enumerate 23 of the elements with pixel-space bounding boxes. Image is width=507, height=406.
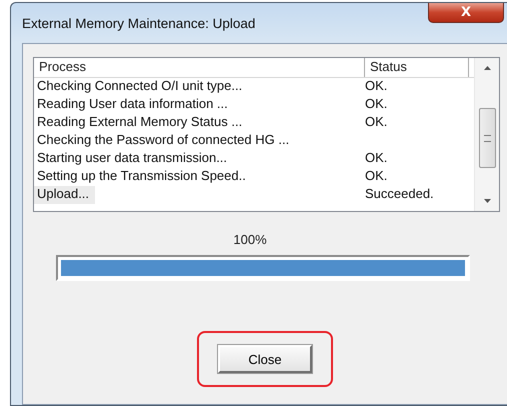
status-cell-text: OK. [365,168,388,185]
status-cell-text: OK. [365,78,388,95]
process-cell[interactable]: Reading User data information ... [34,96,228,114]
column-header[interactable]: Process [34,58,365,77]
scrollbar-thumb[interactable] [478,108,496,168]
close-button[interactable]: Close [218,345,312,373]
status-cell-text: OK. [365,150,388,167]
status-cell-text: OK. [365,96,388,113]
process-cell[interactable]: Checking the Password of connected HG ... [34,132,290,150]
column-header[interactable]: Status [365,58,469,77]
process-cell[interactable]: Checking Connected O/I unit type... [34,78,242,96]
process-cell[interactable]: Setting up the Transmission Speed.. [34,168,246,186]
process-cell[interactable]: Reading External Memory Status ... [34,114,242,132]
scroll-down-icon[interactable] [484,199,490,203]
close-window-button[interactable]: X [428,3,504,23]
progress-percent: 100% [233,232,267,247]
process-cell[interactable]: Starting user data transmission... [34,150,228,168]
process-cell[interactable]: Upload... [34,186,96,204]
status-cell-text: OK. [365,114,388,131]
scroll-up-icon[interactable] [484,66,490,70]
status-cell-text: Succeeded. [365,186,435,203]
vertical-scrollbar[interactable] [474,58,499,211]
window-title: External Memory Maintenance: Upload [22,16,256,30]
